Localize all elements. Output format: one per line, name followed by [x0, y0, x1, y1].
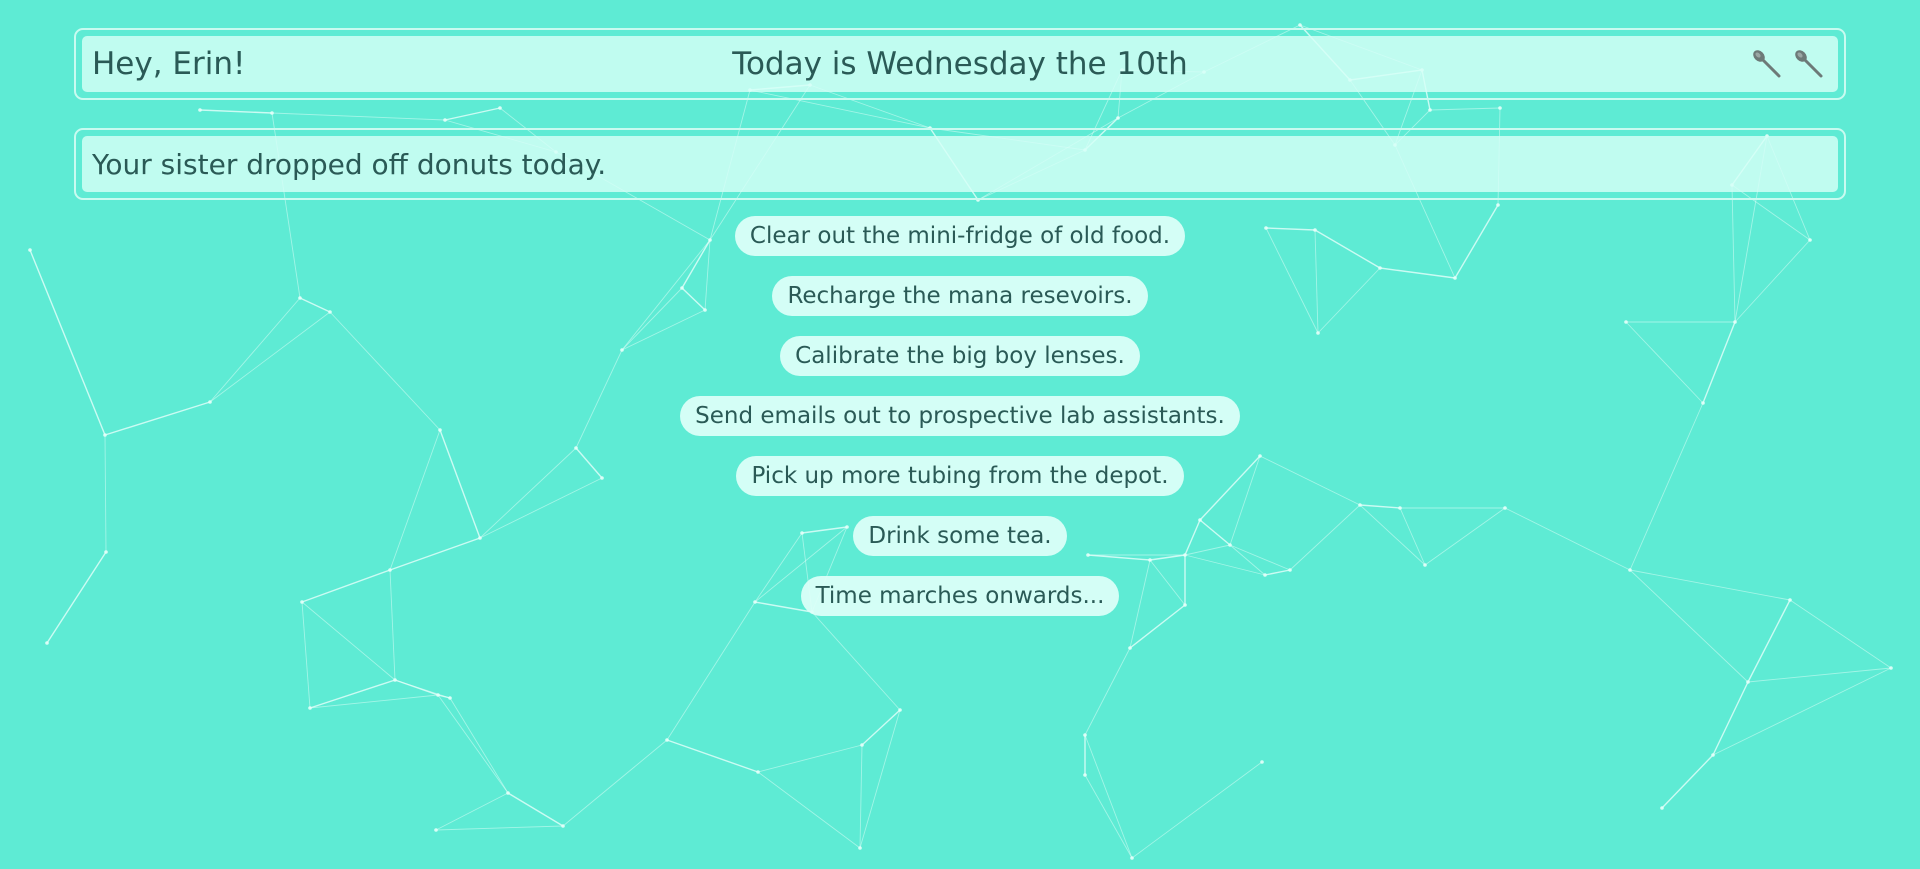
notice-text: Your sister dropped off donuts today.	[92, 147, 607, 181]
network-line	[757, 771, 861, 849]
network-node	[898, 708, 902, 712]
network-node	[1498, 106, 1502, 110]
network-node	[561, 824, 565, 828]
network-node	[198, 108, 202, 112]
network-line	[811, 611, 901, 711]
notice-panel: Your sister dropped off donuts today.	[82, 136, 1838, 192]
task-item[interactable]: Drink some tea.	[853, 516, 1067, 556]
network-node	[1496, 203, 1500, 207]
network-node	[498, 106, 502, 110]
network-line	[1084, 734, 1133, 859]
network-line	[1661, 754, 1714, 809]
network-line	[437, 694, 509, 794]
network-line	[435, 792, 509, 831]
network-line	[1084, 647, 1131, 736]
task-item[interactable]: Pick up more tubing from the depot.	[736, 456, 1184, 496]
network-line	[1429, 107, 1501, 111]
network-line	[859, 709, 901, 849]
network-node	[1260, 760, 1264, 764]
spoon-icon[interactable]	[1792, 47, 1826, 81]
header-bar: Hey, Erin! Today is Wednesday the 10th	[74, 28, 1846, 100]
network-line	[1084, 774, 1133, 859]
network-node	[434, 828, 438, 832]
network-node	[443, 118, 447, 122]
network-node	[308, 706, 312, 710]
network-node	[756, 770, 760, 774]
network-line	[1747, 667, 1892, 683]
network-node	[393, 678, 397, 682]
task-item[interactable]: Time marches onwards...	[800, 576, 1120, 616]
spoon-icon[interactable]	[1750, 47, 1784, 81]
task-item[interactable]: Clear out the mini-fridge of old food.	[734, 216, 1186, 256]
network-node	[436, 693, 440, 697]
network-node	[665, 738, 669, 742]
network-node	[448, 696, 452, 700]
network-line	[666, 601, 756, 741]
network-line	[507, 792, 564, 827]
network-line	[199, 109, 273, 114]
network-line	[1712, 667, 1892, 756]
network-node	[270, 111, 274, 115]
network-line	[301, 601, 311, 709]
network-node	[1428, 108, 1432, 112]
network-line	[435, 825, 564, 831]
network-node	[1746, 680, 1750, 684]
network-line	[271, 112, 446, 121]
network-line	[757, 744, 863, 773]
network-line	[1131, 761, 1263, 859]
task-item[interactable]: Recharge the mana resevoirs.	[772, 276, 1148, 316]
network-node	[1116, 116, 1120, 120]
network-node	[45, 641, 49, 645]
tool-buttons	[1750, 47, 1826, 81]
network-line	[859, 744, 863, 849]
network-node	[1889, 666, 1893, 670]
task-item[interactable]: Send emails out to prospective lab assis…	[680, 396, 1240, 436]
notice-bar: Your sister dropped off donuts today.	[74, 128, 1846, 200]
network-node	[1660, 806, 1664, 810]
network-node	[1128, 646, 1132, 650]
network-line	[666, 739, 759, 773]
task-item[interactable]: Calibrate the big boy lenses.	[780, 336, 1140, 376]
network-node	[1298, 23, 1302, 27]
network-line	[444, 107, 501, 121]
date-text: Today is Wednesday the 10th	[732, 46, 1188, 82]
network-node	[1711, 753, 1715, 757]
greeting-text: Hey, Erin!	[92, 46, 246, 82]
network-node	[1130, 856, 1134, 860]
task-list: Clear out the mini-fridge of old food. R…	[0, 216, 1920, 616]
network-line	[1712, 681, 1749, 756]
network-node	[506, 791, 510, 795]
header-panel: Hey, Erin! Today is Wednesday the 10th	[82, 36, 1838, 92]
network-node	[858, 846, 862, 850]
network-node	[1083, 733, 1087, 737]
network-node	[860, 743, 864, 747]
network-line	[861, 709, 901, 746]
network-line	[449, 697, 509, 794]
network-line	[562, 739, 668, 827]
network-node	[1083, 773, 1087, 777]
